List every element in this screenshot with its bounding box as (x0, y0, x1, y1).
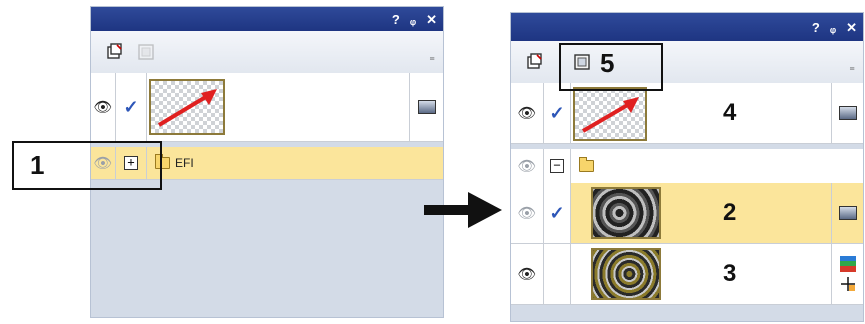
group-folder-cell (571, 149, 601, 183)
panel-titlebar: ? ᵩ ✕ (91, 7, 443, 31)
channels-icon (840, 256, 856, 272)
visibility-cell[interactable]: 👁 (511, 149, 544, 183)
checkmark-icon: ✓ (549, 202, 565, 223)
layer-thumbnail (573, 87, 647, 141)
layer-row-photo-a[interactable]: 👁 ✓ 2 (511, 183, 863, 244)
layers-toolbar: ⁼ (91, 31, 443, 74)
visibility-cell[interactable]: 👁 (511, 244, 544, 304)
close-button[interactable]: ✕ (846, 21, 857, 34)
eye-icon[interactable]: 👁 (517, 265, 536, 283)
collapse-minus-icon[interactable]: − (550, 159, 564, 173)
layer-style-icon (839, 206, 857, 220)
toolbar-overflow-icon[interactable]: ⁼ (849, 64, 855, 77)
new-group-icon[interactable] (137, 43, 155, 61)
link-cell[interactable]: ✓ (116, 73, 147, 141)
layer-style-icon (418, 100, 436, 114)
new-layer-icon[interactable] (105, 43, 123, 61)
checkmark-icon: ✓ (549, 102, 565, 123)
layer-style-icon (839, 106, 857, 120)
group-name: EFI (175, 156, 194, 170)
titlebar-buttons: ? ᵩ ✕ (812, 13, 857, 41)
layer-effect-cell[interactable] (409, 73, 443, 141)
eye-icon[interactable]: 👁 (93, 98, 112, 116)
eye-icon[interactable]: 👁 (517, 204, 536, 222)
folder-icon (578, 157, 594, 172)
callout-label-1: 1 (30, 150, 45, 180)
group-label-cell: EFI (147, 147, 275, 179)
layer-row-arrow[interactable]: 👁 ✓ (91, 73, 443, 142)
layer-row-arrow[interactable]: 👁 ✓ 4 (511, 83, 863, 144)
close-button[interactable]: ✕ (426, 13, 437, 26)
new-layer-icon[interactable] (525, 53, 543, 71)
callout-label-5: 5 (600, 48, 615, 78)
layer-effect-cell[interactable] (831, 244, 863, 304)
checkmark-icon: ✓ (123, 96, 139, 117)
expander-cell[interactable]: − (544, 149, 571, 183)
toolbar-overflow-icon[interactable]: ⁼ (429, 54, 435, 67)
layer-number-label: 2 (723, 199, 737, 226)
visibility-cell[interactable]: 👁 (91, 73, 116, 141)
layer-number-label: 4 (723, 99, 737, 126)
pin-button[interactable]: ᵩ (410, 13, 416, 26)
visibility-cell[interactable]: 👁 (511, 83, 544, 143)
pin-button[interactable]: ᵩ (830, 21, 836, 34)
layer-thumbnail (591, 187, 661, 239)
link-cell[interactable]: ✓ (544, 83, 571, 143)
link-cell[interactable] (544, 244, 571, 304)
layer-row-photo-b[interactable]: 👁 3 (511, 244, 863, 305)
eye-icon[interactable]: 👁 (517, 157, 536, 175)
layer-effect-cell[interactable] (831, 183, 863, 243)
help-button[interactable]: ? (392, 13, 400, 26)
help-button[interactable]: ? (812, 21, 820, 34)
layer-thumbnail (591, 248, 661, 300)
layer-number-label: 3 (723, 260, 737, 287)
eye-icon[interactable]: 👁 (517, 104, 536, 122)
layer-effect-cell[interactable] (831, 83, 863, 143)
layer-row-group[interactable]: 👁 − (511, 149, 863, 184)
move-tool-icon (841, 277, 855, 291)
red-arrow-icon (581, 97, 639, 133)
titlebar-buttons: ? ᵩ ✕ (392, 7, 437, 31)
panel-titlebar: ? ᵩ ✕ (511, 13, 863, 41)
visibility-cell[interactable]: 👁 (511, 183, 544, 243)
red-arrow-icon (157, 89, 217, 127)
layer-thumbnail (149, 79, 225, 135)
right-arrow-icon (424, 192, 502, 228)
link-cell[interactable]: ✓ (544, 183, 571, 243)
